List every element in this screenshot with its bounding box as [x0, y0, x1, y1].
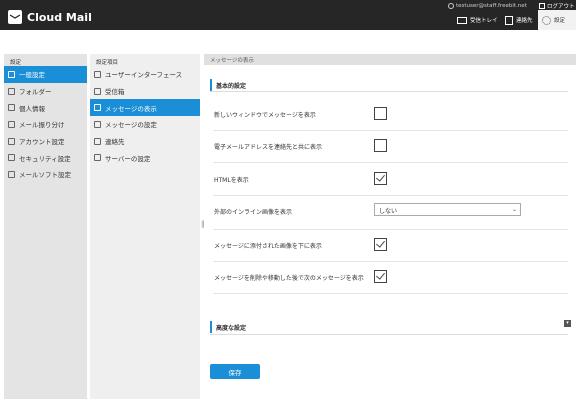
nav-settings[interactable]: 設定 — [538, 10, 576, 30]
person-icon — [8, 104, 15, 112]
folder-icon — [8, 87, 15, 95]
subnav-item-inbox[interactable]: 受信箱 — [90, 83, 200, 100]
contacts-book-icon — [505, 15, 513, 25]
option-label: 外部のインライン画像を表示 — [214, 209, 293, 216]
account-icon — [8, 137, 15, 145]
nav-contacts-label: 連絡先 — [516, 18, 533, 24]
sidebar-item-label: フォルダー — [19, 88, 52, 97]
nav-settings-label: 設定 — [554, 18, 566, 24]
sidebar-item-label: 個人情報 — [19, 104, 45, 113]
subnav-item-message-settings[interactable]: メッセージの設定 — [90, 116, 200, 133]
option-row-next-after-delete: メッセージを削除や移動した後で次のメッセージを表示 — [213, 262, 568, 294]
logout-icon — [539, 2, 545, 9]
sidebar-item-personal[interactable]: 個人情報 — [4, 99, 87, 116]
user-icon — [448, 2, 454, 9]
subnav-item-label: 受信箱 — [105, 88, 125, 97]
app-title: Cloud Mail — [27, 11, 92, 24]
nav-inbox[interactable]: 受信トレイ — [457, 10, 498, 30]
settings-sidebar: 設定 一般設定 フォルダー 個人情報 メール振り分け アカウント設定 セキュリテ… — [4, 54, 87, 399]
contact-icon — [94, 137, 101, 145]
subnav-item-message-display[interactable]: メッセージの表示 — [90, 99, 200, 117]
logout-label: ログアウト — [547, 3, 575, 10]
logout-link[interactable]: ログアウト — [539, 1, 575, 10]
section-divider — [210, 334, 568, 335]
subnav-item-label: メッセージの表示 — [105, 104, 157, 113]
section-divider — [210, 91, 568, 92]
gear-icon — [8, 70, 15, 78]
advanced-section-title: 高度な設定 — [210, 321, 246, 333]
subnav-item-user-interface[interactable]: ユーザーインターフェース — [90, 66, 200, 83]
settings-subnav: 設定項目 ユーザーインターフェース 受信箱 メッセージの表示 メッセージの設定 … — [90, 54, 200, 399]
gear-icon — [542, 15, 551, 25]
subnav-item-label: ユーザーインターフェース — [105, 71, 183, 80]
sidebar-item-mail-client[interactable]: メールソフト設定 — [4, 166, 87, 183]
cloud-mail-logo-icon — [8, 10, 22, 24]
new-window-checkbox[interactable] — [374, 107, 387, 120]
breadcrumb: メッセージの表示 — [204, 54, 576, 65]
option-row-inline-images: 外部のインライン画像を表示 しない ⌄ — [213, 198, 568, 230]
sidebar-item-label: メールソフト設定 — [19, 171, 71, 180]
option-row-show-with-contact: 電子メールアドレスを連絡先と共に表示 — [213, 131, 568, 163]
sidebar-item-filters[interactable]: メール振り分け — [4, 116, 87, 133]
document-icon — [94, 104, 101, 112]
option-label: メッセージに添付された画像を下に表示 — [214, 243, 322, 250]
shield-icon — [8, 154, 15, 162]
sidebar-item-label: 一般設定 — [19, 71, 45, 80]
server-icon — [94, 154, 101, 162]
subnav-item-server[interactable]: サーバーの設定 — [90, 149, 200, 166]
nav-inbox-label: 受信トレイ — [470, 18, 498, 24]
subnav-item-label: サーバーの設定 — [105, 154, 151, 163]
chevron-down-icon: ⌄ — [511, 206, 517, 213]
mail-client-icon — [8, 170, 15, 178]
show-html-checkbox[interactable] — [374, 172, 387, 185]
option-row-attached-below: メッセージに添付された画像を下に表示 — [213, 230, 568, 262]
inline-images-select[interactable]: しない ⌄ — [374, 203, 521, 216]
next-after-delete-checkbox[interactable] — [374, 270, 387, 283]
subnav-item-label: メッセージの設定 — [105, 121, 157, 130]
subnav-item-contacts[interactable]: 連絡先 — [90, 133, 200, 150]
expand-icon[interactable]: ▾ — [564, 320, 571, 327]
inbox-icon — [94, 87, 101, 95]
attached-below-checkbox[interactable] — [374, 238, 387, 251]
save-button[interactable]: 保存 — [210, 364, 260, 379]
filter-icon — [8, 120, 15, 128]
edit-icon — [94, 120, 101, 128]
option-label: メッセージを削除や移動した後で次のメッセージを表示 — [214, 275, 364, 282]
option-row-show-html: HTMLを表示 — [213, 164, 568, 196]
sidebar-item-account[interactable]: アカウント設定 — [4, 133, 87, 150]
subnav-item-label: 連絡先 — [105, 138, 125, 147]
sidebar-item-security[interactable]: セキュリティ設定 — [4, 149, 87, 166]
sidebar-item-folders[interactable]: フォルダー — [4, 83, 87, 100]
option-label: 電子メールアドレスを連絡先と共に表示 — [214, 144, 323, 151]
option-label: HTMLを表示 — [214, 177, 249, 184]
option-label: 新しいウィンドウでメッセージを表示 — [214, 112, 316, 119]
monitor-icon — [94, 70, 101, 78]
sidebar-item-label: アカウント設定 — [19, 138, 65, 147]
option-row-new-window: 新しいウィンドウでメッセージを表示 — [213, 99, 568, 131]
sidebar-item-label: セキュリティ設定 — [19, 154, 71, 163]
main-panel: メッセージの表示 基本的設定 新しいウィンドウでメッセージを表示 電子メールアド… — [204, 54, 576, 403]
basic-section-title: 基本的設定 — [210, 79, 246, 91]
top-bar: Cloud Mail testuser@staff.freebit.net ログ… — [0, 0, 576, 30]
user-email: testuser@staff.freebit.net — [456, 2, 527, 9]
envelope-icon — [457, 16, 467, 24]
user-account[interactable]: testuser@staff.freebit.net — [448, 1, 527, 10]
sidebar-item-general[interactable]: 一般設定 — [4, 66, 87, 83]
subnav-header: 設定項目 — [96, 60, 119, 66]
sidebar-item-label: メール振り分け — [19, 121, 65, 130]
nav-contacts[interactable]: 連絡先 — [505, 10, 533, 30]
inline-images-select-value: しない — [379, 208, 398, 215]
show-with-contact-checkbox[interactable] — [374, 139, 387, 152]
sidebar-header: 設定 — [10, 60, 22, 66]
